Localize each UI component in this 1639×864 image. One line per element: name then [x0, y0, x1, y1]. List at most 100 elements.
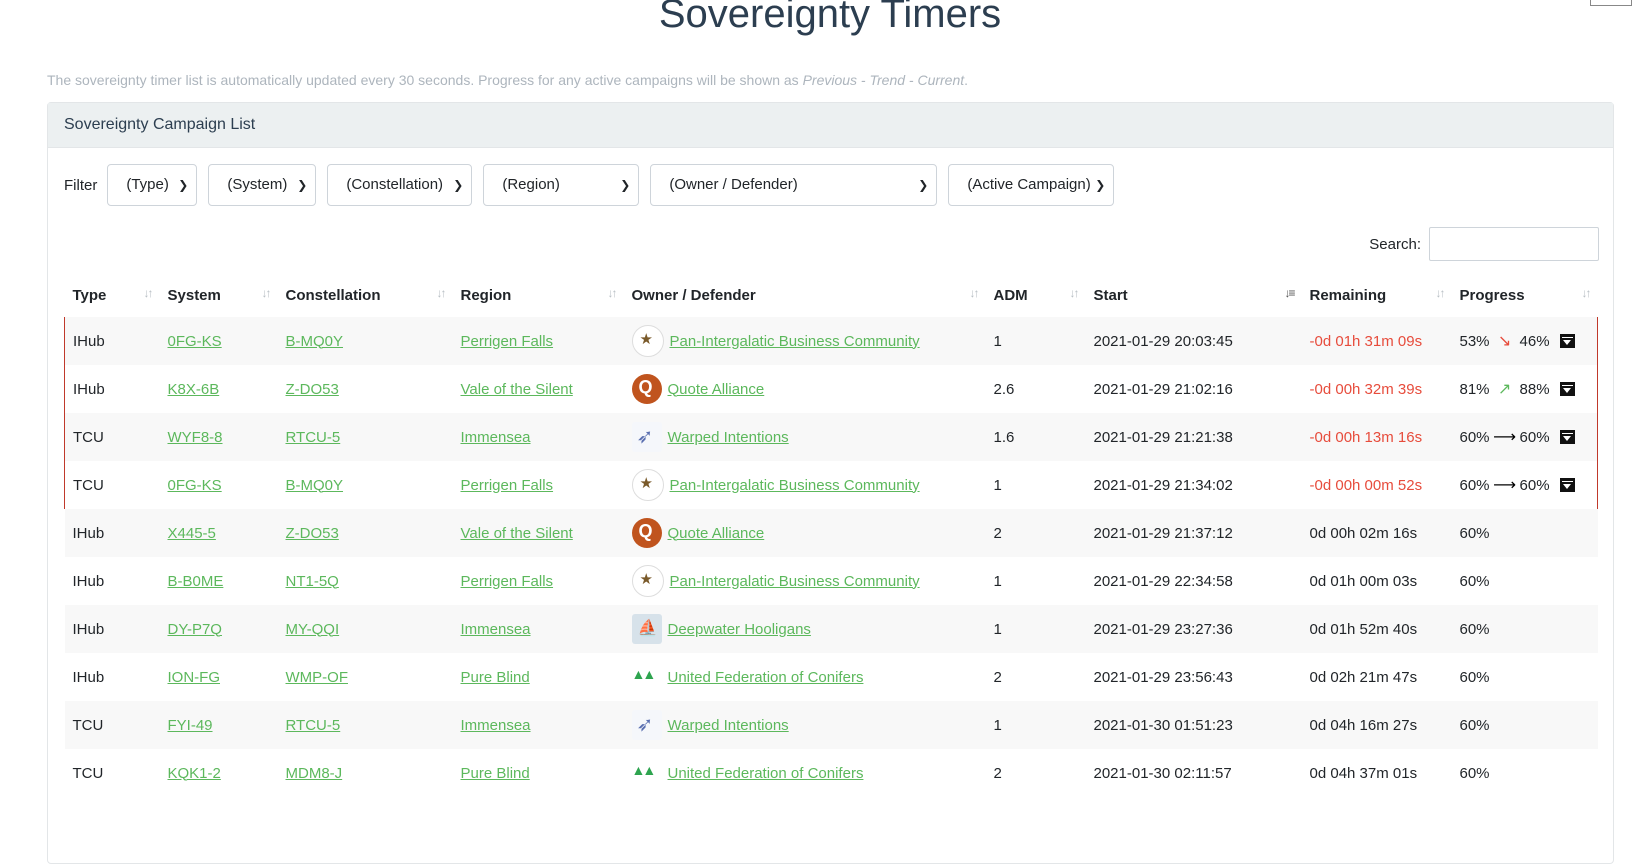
- column-header-constellation[interactable]: Constellation ↓↑: [278, 273, 453, 317]
- region-link[interactable]: Perrigen Falls: [461, 573, 554, 590]
- expand-details-button[interactable]: [1559, 478, 1575, 492]
- column-header-type[interactable]: Type ↓↑: [65, 273, 160, 317]
- region-link[interactable]: Immensea: [461, 429, 531, 446]
- filter-type-value: (Type): [126, 176, 169, 193]
- system-link[interactable]: FYI-49: [168, 717, 213, 734]
- region-link[interactable]: Immensea: [461, 621, 531, 638]
- region-link[interactable]: Immensea: [461, 717, 531, 734]
- cell-constellation: MY-QQI: [277, 605, 453, 653]
- expand-details-button[interactable]: [1559, 334, 1575, 348]
- table-row: IHub K8X-6B Z-DO53 Vale of the Silent Quote …: [64, 365, 1598, 413]
- filter-type-select[interactable]: (Type) ❯: [107, 164, 198, 206]
- constellation-link[interactable]: WMP-OF: [286, 669, 348, 686]
- owner-link[interactable]: Quote Alliance: [668, 381, 765, 398]
- trend-down-icon: ↘: [1497, 333, 1512, 350]
- owner-link[interactable]: Warped Intentions: [668, 429, 789, 446]
- region-link[interactable]: Perrigen Falls: [461, 333, 554, 350]
- filter-region-value: (Region): [502, 176, 560, 193]
- system-link[interactable]: B-B0ME: [168, 573, 224, 590]
- chevron-down-icon: ❯: [918, 178, 929, 192]
- cell-start: 2021-01-29 23:56:43: [1093, 668, 1233, 686]
- cell-owner: Quote Alliance: [623, 509, 986, 557]
- constellation-link[interactable]: NT1-5Q: [286, 573, 339, 590]
- progress-cell: 60% ⟶ 60%: [1460, 475, 1590, 495]
- table-row: IHub 0FG-KS B-MQ0Y Perrigen Falls Pan-Interg…: [64, 317, 1598, 365]
- filter-constellation-select[interactable]: (Constellation) ❯: [327, 164, 473, 206]
- progress-cell: 53% ↘ 46%: [1460, 331, 1590, 351]
- filter-active-campaign-select[interactable]: (Active Campaign) ❯: [948, 164, 1115, 206]
- sort-icon: ↓↑: [436, 286, 447, 300]
- cell-type: TCU: [72, 764, 104, 782]
- owner-link[interactable]: United Federation of Conifers: [668, 765, 864, 782]
- pibc-logo: [631, 469, 664, 501]
- cell-start: 2021-01-29 22:34:58: [1093, 572, 1233, 590]
- table-row: TCU 0FG-KS B-MQ0Y Perrigen Falls Pan-Interga…: [64, 461, 1598, 509]
- table-row: TCU WYF8-8 RTCU-5 Immensea Warped Intentions…: [64, 413, 1598, 461]
- region-link[interactable]: Vale of the Silent: [461, 381, 573, 398]
- cell-adm: 2: [993, 764, 1002, 782]
- filter-region-select[interactable]: (Region) ❯: [483, 164, 640, 206]
- column-header-owner[interactable]: Owner / Defender ↓↑: [624, 273, 986, 317]
- cell-progress: 60%: [1451, 701, 1598, 749]
- system-link[interactable]: K8X-6B: [168, 381, 220, 398]
- constellation-link[interactable]: Z-DO53: [286, 525, 339, 542]
- cell-region: Vale of the Silent: [452, 509, 624, 557]
- owner-link[interactable]: Deepwater Hooligans: [668, 621, 811, 638]
- expand-details-button[interactable]: [1559, 382, 1575, 396]
- cell-remaining: 0d 00h 02m 16s: [1301, 509, 1452, 557]
- constellation-link[interactable]: B-MQ0Y: [286, 333, 344, 350]
- system-link[interactable]: 0FG-KS: [168, 477, 222, 494]
- cell-remaining: 0d 01h 52m 40s: [1301, 605, 1452, 653]
- cell-region: Perrigen Falls: [452, 317, 624, 365]
- cell-region: Vale of the Silent: [453, 365, 624, 413]
- constellation-link[interactable]: RTCU-5: [286, 429, 341, 446]
- cell-remaining: 0d 04h 16m 27s: [1301, 701, 1452, 749]
- region-link[interactable]: Vale of the Silent: [461, 525, 573, 542]
- region-link[interactable]: Perrigen Falls: [461, 477, 554, 494]
- column-header-remaining[interactable]: Remaining ↓↑: [1302, 273, 1452, 317]
- filter-system-select[interactable]: (System) ❯: [208, 164, 317, 206]
- cell-remaining: -0d 00h 32m 39s: [1309, 380, 1423, 398]
- progress-current: 60%: [1459, 572, 1490, 590]
- cell-remaining: 0d 04h 37m 01s: [1309, 764, 1418, 782]
- table-row: TCU FYI-49 RTCU-5 Immensea Warped Intentions…: [64, 701, 1598, 749]
- owner-link[interactable]: Pan-Intergalatic Business Community: [670, 573, 920, 590]
- progress-previous: 60%: [1459, 428, 1490, 446]
- filter-owner-select[interactable]: (Owner / Defender) ❯: [650, 164, 938, 206]
- constellation-link[interactable]: B-MQ0Y: [286, 477, 344, 494]
- region-link[interactable]: Pure Blind: [461, 765, 530, 782]
- deep-logo: [631, 614, 662, 644]
- owner-link[interactable]: Pan-Intergalatic Business Community: [670, 333, 920, 350]
- system-link[interactable]: KQK1-2: [168, 765, 221, 782]
- system-link[interactable]: DY-P7Q: [168, 621, 222, 638]
- progress-current: 60%: [1459, 764, 1490, 782]
- cell-start: 2021-01-29 21:34:02: [1093, 476, 1233, 494]
- constellation-link[interactable]: RTCU-5: [286, 717, 341, 734]
- owner-link[interactable]: Quote Alliance: [668, 525, 765, 542]
- column-header-system[interactable]: System ↓↑: [160, 273, 278, 317]
- lead-end: .: [964, 72, 969, 88]
- system-link[interactable]: X445-5: [168, 525, 216, 542]
- search-input[interactable]: [1429, 227, 1599, 261]
- column-header-progress[interactable]: Progress ↓↑: [1452, 273, 1598, 317]
- owner-link[interactable]: United Federation of Conifers: [668, 669, 864, 686]
- conifers-logo: [631, 758, 662, 788]
- progress-previous: 53%: [1459, 332, 1490, 350]
- constellation-link[interactable]: MDM8-J: [286, 765, 343, 782]
- column-header-start[interactable]: Start ↓≡: [1086, 273, 1302, 317]
- system-link[interactable]: ION-FG: [168, 669, 221, 686]
- constellation-link[interactable]: Z-DO53: [286, 381, 339, 398]
- region-link[interactable]: Pure Blind: [461, 669, 530, 686]
- owner-link[interactable]: Pan-Intergalatic Business Community: [670, 477, 920, 494]
- expand-details-button[interactable]: [1559, 430, 1575, 444]
- column-header-region[interactable]: Region ↓↑: [453, 273, 624, 317]
- cell-remaining: 0d 01h 00m 03s: [1309, 572, 1418, 590]
- system-link[interactable]: WYF8-8: [168, 429, 223, 446]
- sort-icon: ↓↑: [1435, 286, 1446, 300]
- column-header-adm[interactable]: ADM ↓↑: [986, 273, 1086, 317]
- constellation-link[interactable]: MY-QQI: [286, 621, 340, 638]
- system-link[interactable]: 0FG-KS: [168, 333, 222, 350]
- owner-link[interactable]: Warped Intentions: [668, 717, 789, 734]
- progress-current: 60%: [1519, 428, 1550, 446]
- cell-owner: United Federation of Conifers: [624, 653, 986, 701]
